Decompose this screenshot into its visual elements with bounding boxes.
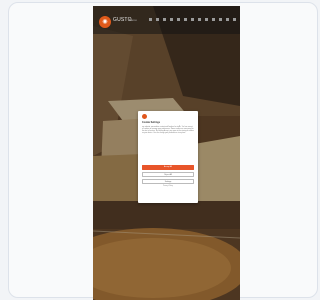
reject-all-button[interactable]: Reject All — [142, 172, 194, 177]
settings-button[interactable]: Settings — [142, 179, 194, 184]
dialog-body: We use cookies and similar technologies … — [142, 125, 194, 135]
dialog-title: Cookie Settings — [142, 121, 161, 124]
app-header: ◉ GUSTO Menu — [93, 6, 240, 34]
mobile-screen: ◉ GUSTO Menu Cookie Settings We use cook… — [93, 6, 240, 300]
nav-link[interactable]: Menu — [129, 18, 137, 22]
accept-all-button[interactable]: Accept All — [142, 165, 194, 170]
cookie-consent-dialog: Cookie Settings We use cookies and simil… — [138, 111, 198, 203]
privacy-policy-link[interactable]: Privacy Policy — [142, 186, 194, 187]
nav-dots — [149, 18, 237, 21]
cookie-icon — [142, 114, 147, 119]
brand-logo-icon[interactable]: ◉ — [99, 16, 111, 28]
